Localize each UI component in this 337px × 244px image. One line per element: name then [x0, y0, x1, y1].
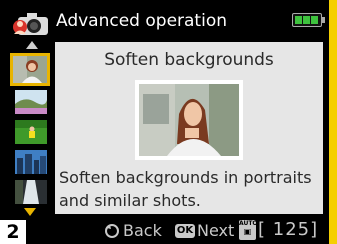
next-button[interactable]: Next — [197, 220, 234, 242]
option-panel: Soften backgrounds Soften backgrounds in… — [55, 42, 323, 214]
screen-title: Advanced operation — [56, 11, 227, 31]
shots-remaining: [ 125] — [258, 219, 319, 240]
camera-screen: Advanced operation Soften backgrounds So… — [0, 0, 329, 244]
example-photo — [135, 80, 243, 160]
waterfall-thumbnail[interactable] — [15, 180, 47, 204]
ok-button-icon[interactable]: OK — [175, 224, 195, 238]
landscape-thumbnail[interactable] — [15, 90, 47, 114]
battery-full-icon — [292, 13, 325, 27]
triangle-up-icon[interactable] — [26, 41, 38, 49]
auto-mode-icon: AUTO ▣ — [239, 220, 258, 240]
auto-label: AUTO — [239, 220, 258, 227]
cityscape-thumbnail[interactable] — [15, 150, 47, 174]
option-description: Soften backgrounds in portraits and simi… — [59, 168, 312, 210]
back-dial-icon[interactable] — [105, 224, 119, 238]
back-button[interactable]: Back — [123, 220, 162, 242]
camera-with-portrait-icon — [13, 13, 48, 35]
option-title: Soften backgrounds — [104, 50, 274, 70]
sports-thumbnail[interactable] — [15, 120, 47, 144]
portrait-thumbnail[interactable] — [10, 53, 50, 86]
page-number: 2 — [0, 220, 26, 244]
triangle-down-icon[interactable] — [24, 208, 36, 216]
